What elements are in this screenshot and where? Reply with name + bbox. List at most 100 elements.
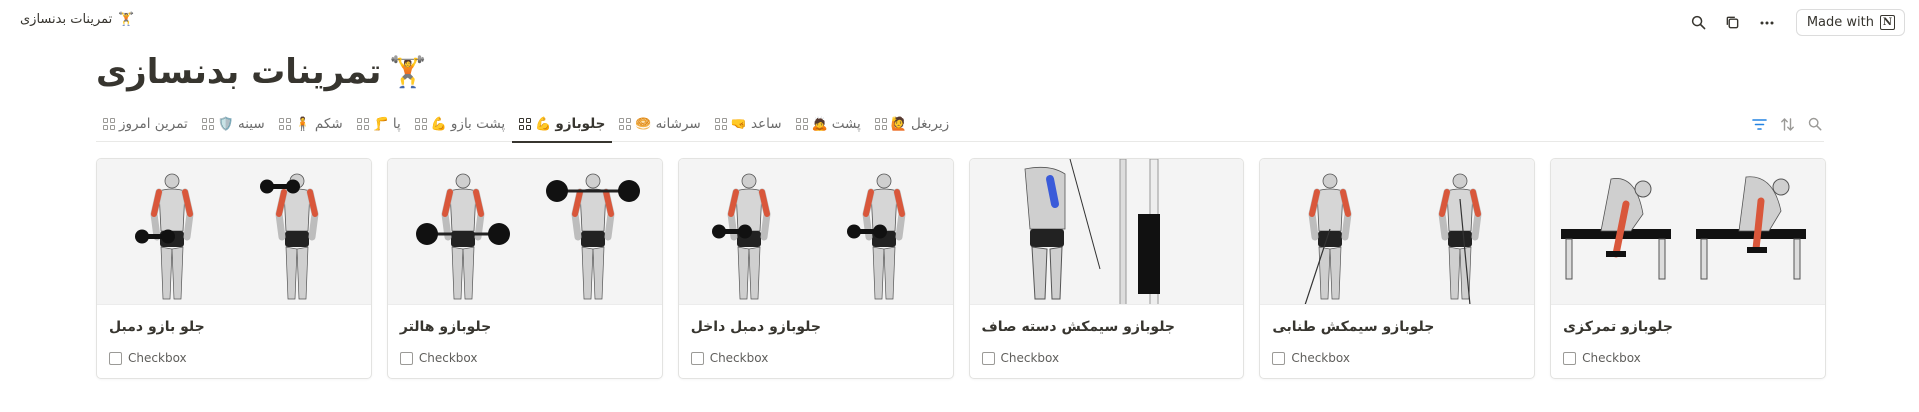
more-options-icon[interactable] [1754, 10, 1780, 36]
card-cover-image [387, 159, 662, 305]
card-checkbox-property[interactable]: Checkbox [1272, 351, 1522, 365]
card-body: جلوبازو تمرکزی Checkbox [1551, 305, 1825, 365]
duplicate-icon[interactable] [1720, 10, 1746, 36]
checkbox-label: Checkbox [128, 351, 187, 365]
card-cover-image [969, 159, 1244, 305]
tab-2[interactable]: ساعد 🤜 [708, 106, 789, 142]
search-icon[interactable] [1686, 10, 1712, 36]
gallery-card[interactable]: جلو بازو دمبل Checkbox [96, 158, 372, 379]
tab-6[interactable]: پا 🦵 [350, 106, 408, 142]
tab-7[interactable]: شکم 🧍 [272, 106, 350, 142]
gallery-card[interactable]: جلوبازو دمبل داخل Checkbox [677, 158, 954, 379]
checkbox[interactable] [1272, 351, 1286, 365]
search-view-icon[interactable] [1806, 115, 1824, 133]
tab-label: تمرین امروز [119, 116, 188, 132]
notion-logo-icon: N [1880, 15, 1895, 30]
card-body: جلوبازو هالتر Checkbox [388, 305, 662, 365]
gallery-view-icon [795, 118, 808, 130]
tab-3[interactable]: سرشانه 🥯 [612, 106, 707, 142]
checkbox-label: Checkbox [418, 351, 478, 365]
tab-emoji-icon: 💪 [430, 116, 447, 132]
tab-5[interactable]: پشت بازو 💪 [408, 106, 512, 142]
gallery-card[interactable]: جلوبازو سیمکش دسته صاف Checkbox [968, 158, 1245, 379]
gallery-card[interactable]: جلوبازو سیمکش طنابی Checkbox [1259, 158, 1536, 379]
checkbox[interactable] [690, 351, 704, 365]
card-checkbox-property[interactable]: Checkbox [109, 351, 359, 365]
gallery-view-icon [356, 118, 369, 130]
tab-emoji-icon: 🤜 [730, 116, 747, 132]
tab-8[interactable]: سینه 🛡️ [195, 106, 272, 142]
sort-icon[interactable] [1778, 115, 1796, 133]
card-checkbox-property[interactable]: Checkbox [690, 351, 941, 365]
top-actions: Made with N [1686, 9, 1905, 36]
breadcrumb-title: تمرینات بدنسازی [20, 12, 113, 27]
view-tabs: زیربغل 🙋 پشت 🙇 ساعد 🤜 سرشانه 🥯 جلوبازو 💪 پشت بازو 💪… [96, 106, 956, 143]
tab-emoji-icon: 🙋 [890, 116, 907, 132]
checkbox-label: Checkbox [709, 351, 769, 365]
card-body: جلوبازو سیمکش دسته صاف Checkbox [970, 305, 1244, 365]
exercise-illustration [1305, 173, 1482, 304]
exercise-illustration [711, 173, 906, 300]
gallery-card[interactable]: جلوبازو هالتر Checkbox [386, 158, 663, 379]
breadcrumb[interactable]: 🏋️ تمرینات بدنسازی [20, 12, 134, 27]
card-cover-image [1551, 159, 1825, 305]
tab-label: زیربغل [910, 116, 950, 132]
gallery-view: جلوبازو تمرکزی Checkbox جلوبازو سیمکش طناب… [96, 158, 1826, 379]
card-title: جلوبازو هالتر [399, 319, 492, 335]
gallery-view-icon [201, 118, 214, 130]
card-body: جلو بازو دمبل Checkbox [97, 305, 371, 365]
gallery-view-icon [278, 118, 291, 130]
card-cover-image [97, 159, 371, 305]
weightlifter-emoji-icon: 🏋️ [389, 54, 427, 90]
gallery-view-icon [519, 118, 532, 130]
checkbox-label: Checkbox [1291, 351, 1350, 365]
tab-1[interactable]: پشت 🙇 [789, 106, 868, 142]
card-title: جلو بازو دمبل [109, 319, 205, 335]
card-body: جلوبازو سیمکش طنابی Checkbox [1260, 305, 1534, 365]
tab-label: پا [392, 116, 401, 132]
tab-emoji-icon: 🙇 [811, 116, 828, 132]
exercise-illustration [1561, 176, 1807, 280]
gallery-view-icon [714, 118, 727, 130]
tab-4[interactable]: جلوبازو 💪 [512, 106, 613, 143]
card-checkbox-property[interactable]: Checkbox [1563, 351, 1813, 365]
tab-emoji-icon: 🥯 [635, 116, 652, 132]
tab-label: شکم [314, 116, 343, 132]
tab-label: جلوبازو [555, 116, 606, 132]
card-title: جلوبازو سیمکش طنابی [1272, 319, 1435, 335]
gallery-view-icon [874, 118, 887, 130]
tab-0[interactable]: زیربغل 🙋 [868, 106, 956, 142]
gallery-view-icon [619, 118, 632, 130]
card-cover-image [678, 159, 953, 305]
filter-icon[interactable] [1750, 115, 1768, 133]
checkbox-label: Checkbox [1582, 351, 1641, 365]
tab-emoji-icon: 🛡️ [217, 116, 234, 132]
tab-emoji-icon: 💪 [535, 116, 552, 132]
page-title-text: تمرینات بدنسازی [96, 52, 382, 92]
tab-9[interactable]: تمرین امروز [96, 106, 195, 142]
card-title: جلوبازو تمرکزی [1563, 319, 1673, 335]
exercise-illustration [415, 173, 640, 300]
tab-emoji-icon: 🦵 [372, 116, 389, 132]
card-checkbox-property[interactable]: Checkbox [399, 351, 650, 365]
made-with-notion-button[interactable]: Made with N [1795, 9, 1905, 36]
view-tools [1750, 115, 1824, 133]
tab-label: پشت [831, 116, 861, 132]
card-title: جلوبازو دمبل داخل [690, 319, 821, 335]
weightlifter-emoji-icon: 🏋️ [118, 12, 135, 27]
checkbox[interactable] [399, 351, 413, 365]
checkbox[interactable] [1563, 351, 1577, 365]
tab-label: سینه [238, 116, 265, 132]
card-checkbox-property[interactable]: Checkbox [981, 351, 1232, 365]
checkbox[interactable] [109, 351, 123, 365]
gallery-view-icon [103, 118, 115, 130]
checkbox[interactable] [981, 351, 995, 365]
exercise-illustration [1024, 159, 1160, 304]
gallery-card[interactable]: جلوبازو تمرکزی Checkbox [1550, 158, 1826, 379]
page-title: 🏋️ تمرینات بدنسازی [96, 52, 427, 92]
tab-label: پشت بازو [450, 116, 506, 132]
card-cover-image [1260, 159, 1535, 305]
tab-label: سرشانه [655, 116, 701, 132]
top-bar: 🏋️ تمرینات بدنسازی Made with N [0, 0, 1919, 44]
gallery-view-icon [414, 118, 427, 130]
